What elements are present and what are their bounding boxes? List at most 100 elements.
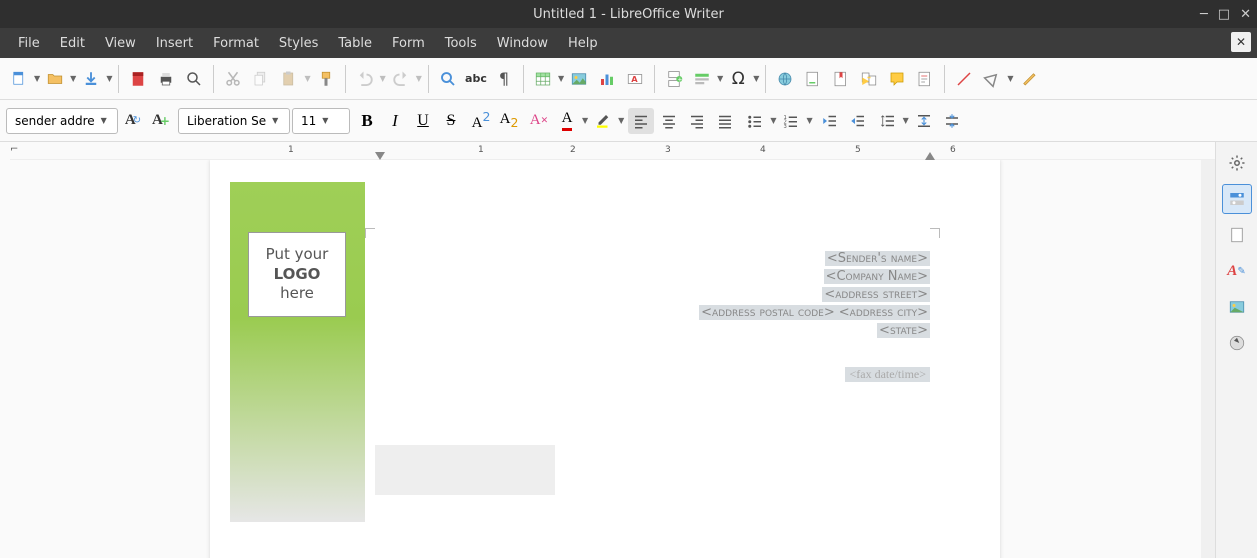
show-draw-functions-button[interactable] xyxy=(1016,66,1042,92)
sender-address-block[interactable]: <Sender's name> <Company Name> <address … xyxy=(699,250,930,340)
ruler-tick: 6 xyxy=(950,145,956,155)
insert-table-button[interactable]: ▼ xyxy=(530,66,564,92)
italic-button[interactable]: I xyxy=(382,108,408,134)
increase-para-spacing-button[interactable] xyxy=(911,108,937,134)
insert-symbol-button[interactable]: Ω ▼ xyxy=(725,66,759,92)
export-pdf-button[interactable] xyxy=(125,66,151,92)
menu-form[interactable]: Form xyxy=(382,31,435,56)
insert-field-button[interactable]: ▼ xyxy=(689,66,723,92)
insert-textbox-button[interactable]: A xyxy=(622,66,648,92)
menu-edit[interactable]: Edit xyxy=(50,31,95,56)
logo-line: here xyxy=(280,284,314,304)
fax-date-field[interactable]: <fax date/time> xyxy=(845,367,930,382)
sender-state-field: <state> xyxy=(877,323,930,338)
underline-button[interactable]: U xyxy=(410,108,436,134)
sidebar-properties-icon[interactable] xyxy=(1222,184,1252,214)
font-size-value: 11 xyxy=(301,114,316,128)
align-center-button[interactable] xyxy=(656,108,682,134)
update-style-button[interactable]: A↻ xyxy=(120,108,146,134)
track-changes-button[interactable] xyxy=(912,66,938,92)
paste-button[interactable]: ▼ xyxy=(276,66,310,92)
recipient-block[interactable] xyxy=(375,445,555,495)
highlight-button[interactable]: ▼ xyxy=(590,108,624,134)
insert-line-button[interactable] xyxy=(951,66,977,92)
clear-formatting-button[interactable]: A✕ xyxy=(526,108,552,134)
minimize-button[interactable]: ─ xyxy=(1200,7,1208,22)
cut-button[interactable] xyxy=(220,66,246,92)
basic-shapes-button[interactable]: ▼ xyxy=(979,66,1013,92)
menu-window[interactable]: Window xyxy=(487,31,558,56)
print-button[interactable] xyxy=(153,66,179,92)
margin-corner-icon xyxy=(930,228,940,238)
clone-formatting-button[interactable] xyxy=(313,66,339,92)
insert-page-break-button[interactable]: + xyxy=(661,66,687,92)
insert-bookmark-button[interactable] xyxy=(828,66,854,92)
line-spacing-button[interactable]: ▼ xyxy=(875,108,909,134)
copy-button[interactable] xyxy=(248,66,274,92)
menu-file[interactable]: File xyxy=(8,31,50,56)
strikethrough-button[interactable]: S xyxy=(438,108,464,134)
undo-button[interactable]: ▼ xyxy=(352,66,386,92)
paragraph-style-combo[interactable]: sender addre ▼ xyxy=(6,108,118,134)
save-button[interactable]: ▼ xyxy=(78,66,112,92)
formatting-marks-button[interactable]: ¶ xyxy=(491,66,517,92)
logo-line: LOGO xyxy=(274,265,321,285)
window-controls: ─ □ ✕ xyxy=(1200,0,1251,28)
font-name-value: Liberation Se xyxy=(187,114,266,128)
sidebar-styles-icon[interactable]: A✎ xyxy=(1222,256,1252,286)
maximize-button[interactable]: □ xyxy=(1218,7,1230,22)
superscript-button[interactable]: A2 xyxy=(468,108,494,134)
font-color-button[interactable]: A ▼ xyxy=(554,108,588,134)
spellcheck-button[interactable]: abc xyxy=(463,66,489,92)
print-preview-button[interactable] xyxy=(181,66,207,92)
subscript-button[interactable]: A2 xyxy=(496,108,522,134)
insert-comment-button[interactable] xyxy=(884,66,910,92)
insert-cross-ref-button[interactable] xyxy=(856,66,882,92)
numbered-list-button[interactable]: 123 ▼ xyxy=(778,108,812,134)
increase-indent-button[interactable] xyxy=(817,108,843,134)
find-replace-button[interactable] xyxy=(435,66,461,92)
sidebar-navigator-icon[interactable] xyxy=(1222,328,1252,358)
new-style-button[interactable]: A+ xyxy=(148,108,174,134)
window-title: Untitled 1 - LibreOffice Writer xyxy=(533,7,724,22)
menu-help[interactable]: Help xyxy=(558,31,608,56)
sidebar-gallery-icon[interactable] xyxy=(1222,292,1252,322)
align-right-button[interactable] xyxy=(684,108,710,134)
sidebar-settings-icon[interactable] xyxy=(1222,148,1252,178)
align-justify-button[interactable] xyxy=(712,108,738,134)
logo-placeholder[interactable]: Put your LOGO here xyxy=(248,232,346,317)
sender-street-field: <address street> xyxy=(822,287,930,302)
menu-styles[interactable]: Styles xyxy=(269,31,328,56)
sender-postal-field: <address postal code> xyxy=(699,305,837,320)
font-size-combo[interactable]: 11 ▼ xyxy=(292,108,350,134)
decrease-para-spacing-button[interactable] xyxy=(939,108,965,134)
menu-format[interactable]: Format xyxy=(203,31,269,56)
menu-insert[interactable]: Insert xyxy=(146,31,203,56)
menu-table[interactable]: Table xyxy=(328,31,382,56)
vertical-scrollbar[interactable] xyxy=(1201,160,1215,558)
page[interactable]: Put your LOGO here <Sender's name> <Comp… xyxy=(210,160,1000,558)
sidebar-page-icon[interactable] xyxy=(1222,220,1252,250)
document-viewport[interactable]: Put your LOGO here <Sender's name> <Comp… xyxy=(10,160,1215,558)
insert-footnote-button[interactable] xyxy=(800,66,826,92)
title-bar: Untitled 1 - LibreOffice Writer ─ □ ✕ xyxy=(0,0,1257,28)
insert-chart-button[interactable] xyxy=(594,66,620,92)
close-doc-button[interactable]: ✕ xyxy=(1231,32,1251,52)
align-left-button[interactable] xyxy=(628,108,654,134)
menu-view[interactable]: View xyxy=(95,31,146,56)
font-name-combo[interactable]: Liberation Se ▼ xyxy=(178,108,290,134)
insert-hyperlink-button[interactable] xyxy=(772,66,798,92)
bold-button[interactable]: B xyxy=(354,108,380,134)
content-area: ⌐ 1 1 2 3 4 5 6 Put your LOGO here <Send… xyxy=(0,142,1257,558)
ruler-tick: 5 xyxy=(855,145,861,155)
insert-image-button[interactable] xyxy=(566,66,592,92)
formatting-toolbar: sender addre ▼ A↻ A+ Liberation Se ▼ 11 … xyxy=(0,100,1257,142)
bullet-list-button[interactable]: ▼ xyxy=(742,108,776,134)
close-button[interactable]: ✕ xyxy=(1240,7,1251,22)
new-button[interactable]: ▼ xyxy=(6,66,40,92)
menu-tools[interactable]: Tools xyxy=(435,31,487,56)
decrease-indent-button[interactable] xyxy=(845,108,871,134)
open-button[interactable]: ▼ xyxy=(42,66,76,92)
horizontal-ruler[interactable]: ⌐ 1 1 2 3 4 5 6 xyxy=(10,142,1215,160)
redo-button[interactable]: ▼ xyxy=(388,66,422,92)
